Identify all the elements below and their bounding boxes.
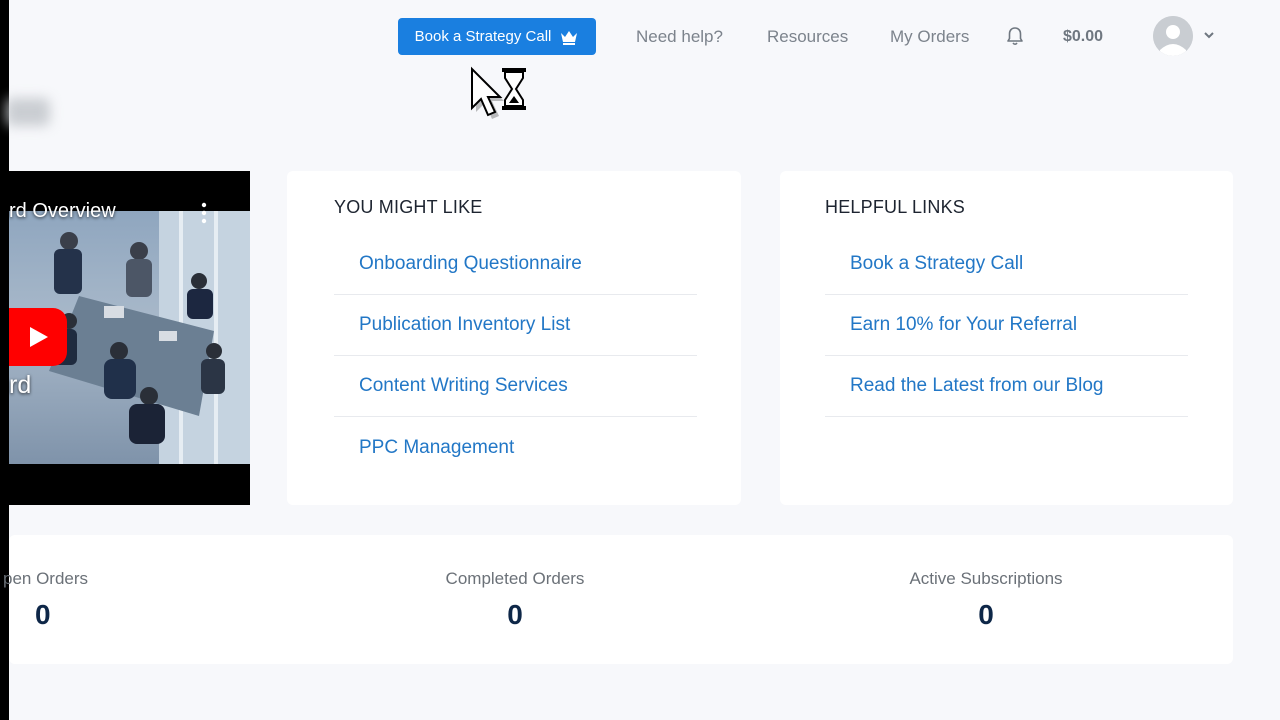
nav-my-orders[interactable]: My Orders (890, 27, 969, 47)
link-onboarding-questionnaire[interactable]: Onboarding Questionnaire (359, 253, 582, 275)
wait-cursor-icon (471, 66, 526, 119)
stat-label: Active Subscriptions (909, 569, 1063, 588)
avatar-icon[interactable] (1153, 16, 1193, 56)
cta-label: Book a Strategy Call (414, 28, 552, 45)
book-strategy-call-button[interactable]: Book a Strategy Call (398, 18, 596, 55)
list-item: PPC Management (334, 417, 697, 478)
video-player[interactable]: rd Overview rd (9, 171, 250, 505)
stat-label: Completed Orders (445, 569, 585, 588)
crown-icon (561, 30, 578, 45)
helpful-links-list: Book a Strategy Call Earn 10% for Your R… (825, 234, 1188, 417)
stat-active-subscriptions: Active Subscriptions 0 (896, 569, 1076, 631)
stat-value: 0 (978, 599, 994, 630)
link-book-strategy-call[interactable]: Book a Strategy Call (850, 253, 1023, 275)
link-content-writing[interactable]: Content Writing Services (359, 375, 568, 397)
helpful-links-title: HELPFUL LINKS (825, 197, 965, 217)
link-publication-inventory[interactable]: Publication Inventory List (359, 314, 570, 336)
you-might-like-list: Onboarding Questionnaire Publication Inv… (334, 234, 697, 478)
you-might-like-title: YOU MIGHT LIKE (334, 197, 483, 217)
list-item: Onboarding Questionnaire (334, 234, 697, 295)
stat-value: 0 (35, 599, 51, 630)
video-subtitle: rd (9, 371, 32, 399)
you-might-like-card: YOU MIGHT LIKE Onboarding Questionnaire … (287, 171, 741, 505)
list-item: Book a Strategy Call (825, 234, 1188, 295)
link-referral[interactable]: Earn 10% for Your Referral (850, 314, 1077, 336)
stat-completed-orders: Completed Orders 0 (435, 569, 595, 631)
video-title: rd Overview (9, 200, 116, 222)
link-blog[interactable]: Read the Latest from our Blog (850, 375, 1103, 397)
stat-label: pen Orders (3, 569, 89, 588)
nav-resources[interactable]: Resources (767, 27, 848, 47)
nav-need-help[interactable]: Need help? (636, 27, 723, 47)
stat-open-orders: pen Orders 0 (3, 569, 89, 631)
play-icon[interactable] (9, 308, 67, 366)
cart-balance[interactable]: $0.00 (1063, 28, 1103, 46)
top-navigation: Book a Strategy Call Need help? Resource… (0, 0, 1280, 75)
chevron-down-icon[interactable] (1202, 28, 1216, 42)
blurred-page-title (6, 98, 50, 126)
helpful-links-card: HELPFUL LINKS Book a Strategy Call Earn … (780, 171, 1233, 505)
list-item: Earn 10% for Your Referral (825, 295, 1188, 356)
list-item: Publication Inventory List (334, 295, 697, 356)
list-item: Content Writing Services (334, 356, 697, 417)
list-item: Read the Latest from our Blog (825, 356, 1188, 417)
link-ppc-management[interactable]: PPC Management (359, 437, 514, 459)
stat-value: 0 (507, 599, 523, 630)
order-stats-panel: pen Orders 0 Completed Orders 0 Active S… (3, 535, 1233, 664)
more-vert-icon[interactable] (199, 201, 209, 225)
bell-icon[interactable] (1004, 25, 1026, 47)
